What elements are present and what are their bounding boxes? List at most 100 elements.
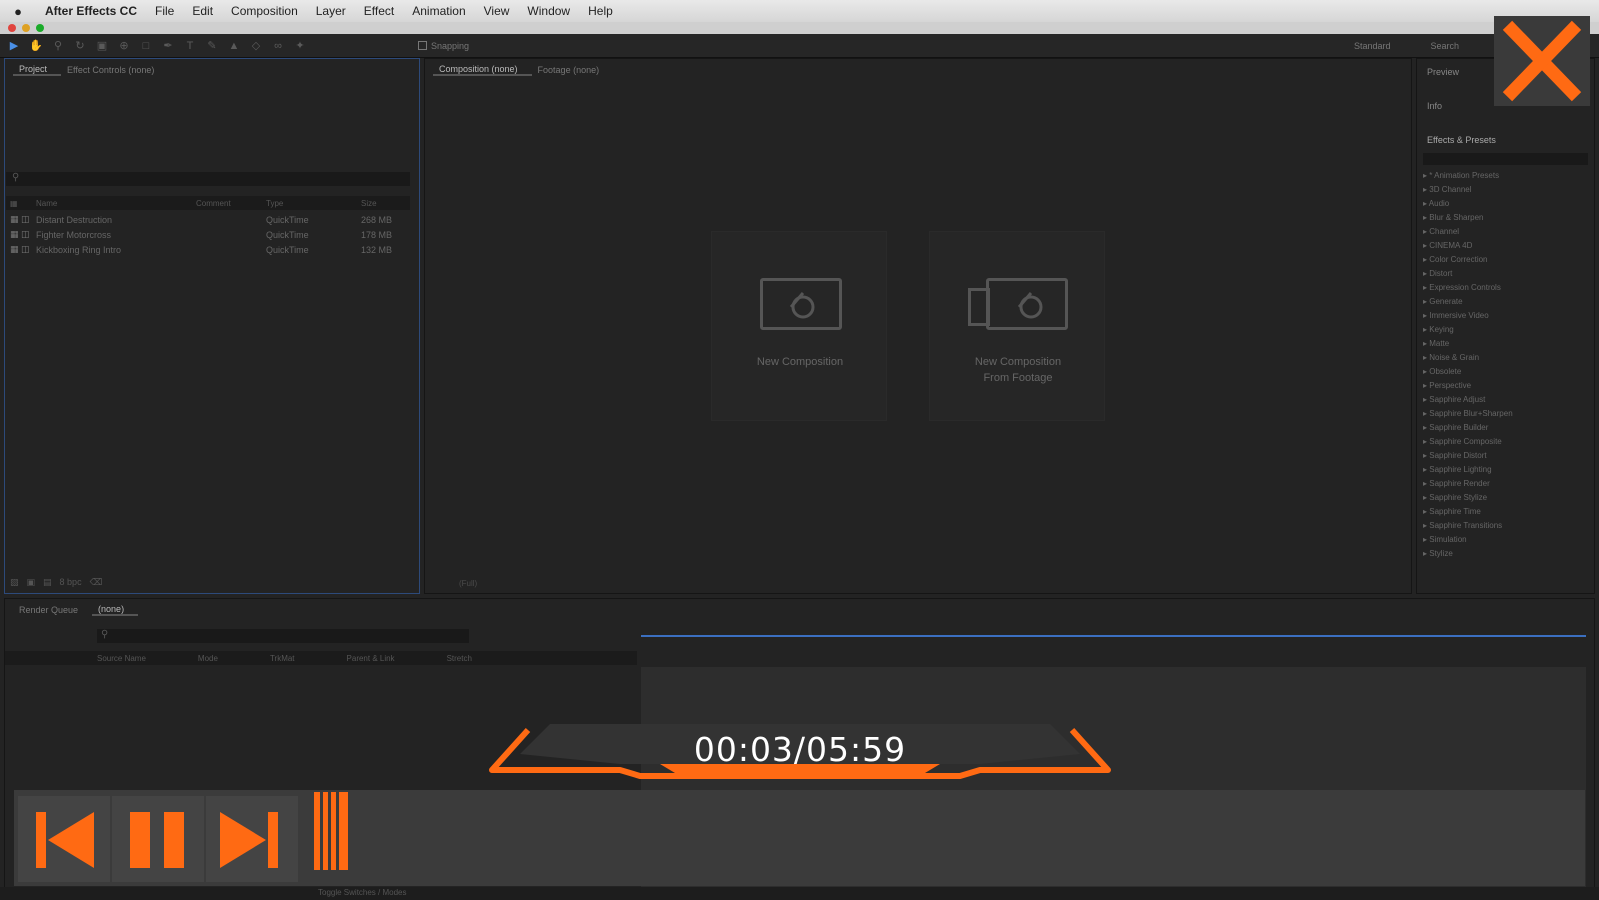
effects-category[interactable]: ▸ Obsolete xyxy=(1417,365,1594,379)
pan-behind-tool-icon[interactable]: ⊕ xyxy=(116,39,132,53)
trash-icon[interactable]: ⌫ xyxy=(90,577,103,588)
column-name[interactable]: Name xyxy=(36,199,196,208)
column-parent-link[interactable]: Parent & Link xyxy=(347,654,395,663)
project-search-input[interactable]: ⚲ xyxy=(6,172,410,186)
tab-project[interactable]: Project xyxy=(13,64,62,76)
effects-category[interactable]: ▸ Color Correction xyxy=(1417,253,1594,267)
effects-category[interactable]: ▸ Sapphire Composite xyxy=(1417,435,1594,449)
progress-handle[interactable] xyxy=(310,790,350,872)
effects-category[interactable]: ▸ 3D Channel xyxy=(1417,183,1594,197)
new-composition-button[interactable]: New Composition xyxy=(711,231,887,421)
new-folder-icon[interactable]: ▣ xyxy=(27,577,36,588)
effects-category[interactable]: ▸ Sapphire Render xyxy=(1417,477,1594,491)
search-help-label[interactable]: Search xyxy=(1430,41,1459,51)
timeline-search-input[interactable]: ⚲ xyxy=(97,629,469,643)
close-window-icon[interactable] xyxy=(8,24,16,32)
effects-category[interactable]: ▸ Sapphire Distort xyxy=(1417,449,1594,463)
effects-search-input[interactable] xyxy=(1423,153,1588,165)
time-ruler[interactable] xyxy=(641,635,1586,665)
effects-category[interactable]: ▸ Immersive Video xyxy=(1417,309,1594,323)
rectangle-tool-icon[interactable]: □ xyxy=(138,39,154,53)
effects-category[interactable]: ▸ Sapphire Time xyxy=(1417,505,1594,519)
menu-effect[interactable]: Effect xyxy=(355,4,403,18)
effects-category[interactable]: ▸ Blur & Sharpen xyxy=(1417,211,1594,225)
effects-category[interactable]: ▸ Stylize xyxy=(1417,547,1594,561)
rotate-tool-icon[interactable]: ↻ xyxy=(72,39,88,53)
new-composition-from-footage-button[interactable]: New Composition From Footage xyxy=(929,231,1105,421)
menu-edit[interactable]: Edit xyxy=(183,4,222,18)
puppet-tool-icon[interactable]: ✦ xyxy=(292,39,308,53)
effects-category[interactable]: ▸ Expression Controls xyxy=(1417,281,1594,295)
effects-category[interactable]: ▸ Sapphire Transitions xyxy=(1417,519,1594,533)
column-stretch[interactable]: Stretch xyxy=(447,654,472,663)
effects-category[interactable]: ▸ Matte xyxy=(1417,337,1594,351)
bpc-label[interactable]: 8 bpc xyxy=(60,577,82,587)
effects-category[interactable]: ▸ Audio xyxy=(1417,197,1594,211)
eraser-tool-icon[interactable]: ◇ xyxy=(248,39,264,53)
roto-brush-tool-icon[interactable]: ∞ xyxy=(270,39,286,53)
tab-render-queue[interactable]: Render Queue xyxy=(13,605,92,615)
column-trkmat[interactable]: TrkMat xyxy=(270,654,295,663)
effects-category[interactable]: ▸ CINEMA 4D xyxy=(1417,239,1594,253)
menu-layer[interactable]: Layer xyxy=(307,4,355,18)
label-icon[interactable]: ▦ xyxy=(6,199,36,208)
minimize-window-icon[interactable] xyxy=(22,24,30,32)
pen-tool-icon[interactable]: ✒ xyxy=(160,39,176,53)
tab-composition[interactable]: Composition (none) xyxy=(433,64,532,76)
pause-button[interactable] xyxy=(112,796,204,882)
workspace-label[interactable]: Standard xyxy=(1354,41,1391,51)
menu-help[interactable]: Help xyxy=(579,4,622,18)
project-item[interactable]: ▦ ◫ Kickboxing Ring Intro QuickTime 132 … xyxy=(6,242,410,257)
effects-category[interactable]: ▸ Distort xyxy=(1417,267,1594,281)
column-source-name[interactable]: Source Name xyxy=(97,654,146,663)
brush-tool-icon[interactable]: ✎ xyxy=(204,39,220,53)
effects-category[interactable]: ▸ Sapphire Lighting xyxy=(1417,463,1594,477)
column-type[interactable]: Type xyxy=(266,199,361,208)
tab-timeline-none[interactable]: (none) xyxy=(92,604,139,616)
close-button[interactable] xyxy=(1494,16,1590,106)
menu-composition[interactable]: Composition xyxy=(222,4,307,18)
zoom-tool-icon[interactable]: ⚲ xyxy=(50,39,66,53)
next-button[interactable] xyxy=(206,796,298,882)
project-item[interactable]: ▦ ◫ Fighter Motorcross QuickTime 178 MB xyxy=(6,227,410,242)
composition-viewer: Composition (none) Footage (none) New Co… xyxy=(424,58,1412,594)
menu-file[interactable]: File xyxy=(146,4,183,18)
previous-button[interactable] xyxy=(18,796,110,882)
project-item[interactable]: ▦ ◫ Distant Destruction QuickTime 268 MB xyxy=(6,212,410,227)
zoom-window-icon[interactable] xyxy=(36,24,44,32)
menu-window[interactable]: Window xyxy=(518,4,579,18)
menu-view[interactable]: View xyxy=(475,4,519,18)
effects-category[interactable]: ▸ Perspective xyxy=(1417,379,1594,393)
effects-category[interactable]: ▸ Generate xyxy=(1417,295,1594,309)
type-tool-icon[interactable]: T xyxy=(182,39,198,53)
selection-tool-icon[interactable]: ▶ xyxy=(6,39,22,53)
interpret-footage-icon[interactable]: ▧ xyxy=(10,577,19,588)
column-comment[interactable]: Comment xyxy=(196,199,266,208)
clone-stamp-tool-icon[interactable]: ▲ xyxy=(226,39,242,53)
new-comp-icon[interactable]: ▤ xyxy=(43,577,52,588)
snapping-toggle[interactable]: Snapping xyxy=(418,41,469,51)
effects-category[interactable]: ▸ Sapphire Stylize xyxy=(1417,491,1594,505)
hand-tool-icon[interactable]: ✋ xyxy=(28,39,44,53)
effects-category[interactable]: ▸ Sapphire Blur+Sharpen xyxy=(1417,407,1594,421)
effects-presets-title[interactable]: Effects & Presets xyxy=(1417,127,1594,149)
zoom-dropdown[interactable]: (Full) xyxy=(459,579,477,588)
effects-category[interactable]: ▸ * Animation Presets xyxy=(1417,169,1594,183)
toggle-switches-modes[interactable]: Toggle Switches / Modes xyxy=(318,888,407,897)
tab-effect-controls[interactable]: Effect Controls (none) xyxy=(61,65,168,75)
apple-icon[interactable]: ● xyxy=(0,4,36,19)
column-mode[interactable]: Mode xyxy=(198,654,218,663)
effects-category[interactable]: ▸ Simulation xyxy=(1417,533,1594,547)
footage-icon: ▦ ◫ xyxy=(10,244,30,254)
effects-category[interactable]: ▸ Noise & Grain xyxy=(1417,351,1594,365)
tab-footage[interactable]: Footage (none) xyxy=(532,65,614,75)
effects-category[interactable]: ▸ Keying xyxy=(1417,323,1594,337)
column-size[interactable]: Size xyxy=(361,199,401,208)
effects-category[interactable]: ▸ Sapphire Builder xyxy=(1417,421,1594,435)
effects-category[interactable]: ▸ Channel xyxy=(1417,225,1594,239)
scrubber-handle-icon xyxy=(314,792,348,870)
menu-animation[interactable]: Animation xyxy=(403,4,474,18)
effects-category[interactable]: ▸ Sapphire Adjust xyxy=(1417,393,1594,407)
camera-tool-icon[interactable]: ▣ xyxy=(94,39,110,53)
menu-app[interactable]: After Effects CC xyxy=(36,4,146,18)
